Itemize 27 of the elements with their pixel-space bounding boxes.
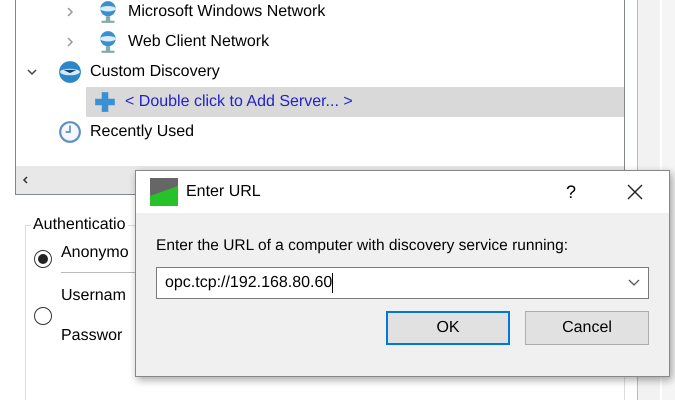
dialog-title: Enter URL [186,183,262,201]
tree-item[interactable]: Microsoft Windows Network [16,0,624,27]
globe-icon [58,60,82,84]
help-button[interactable]: ? [543,171,599,213]
option-label: Passwor [61,327,122,345]
tree-item-label: Custom Discovery [90,63,220,81]
prompt-text: Enter the URL of a computer with discovery service running: [156,237,570,255]
app-icon [150,178,178,206]
tree-item[interactable]: Custom Discovery [16,57,624,87]
tree-item[interactable]: Recently Used [16,117,624,147]
clock-icon [58,120,82,144]
tree-item-label: < Double click to Add Server... > [125,93,353,111]
tree-item-label: Web Client Network [128,33,270,51]
tree-item-label: Microsoft Windows Network [128,3,326,21]
close-icon[interactable] [627,184,643,200]
option-label: Anonymo [61,244,129,262]
url-value: opc.tcp://192.168.80.60 [165,274,332,292]
radio-button[interactable] [34,307,52,325]
radio-button[interactable] [34,250,52,268]
cancel-button[interactable]: Cancel [525,311,649,345]
ok-button[interactable]: OK [386,311,510,345]
tree-item[interactable]: < Double click to Add Server... > [86,87,624,117]
tree-item[interactable]: Web Client Network [16,27,624,57]
tree-item-label: Recently Used [90,123,194,141]
url-combo-box[interactable]: opc.tcp://192.168.80.60 [156,267,649,299]
plus-icon [93,90,117,114]
option-label: Usernam [61,287,126,305]
